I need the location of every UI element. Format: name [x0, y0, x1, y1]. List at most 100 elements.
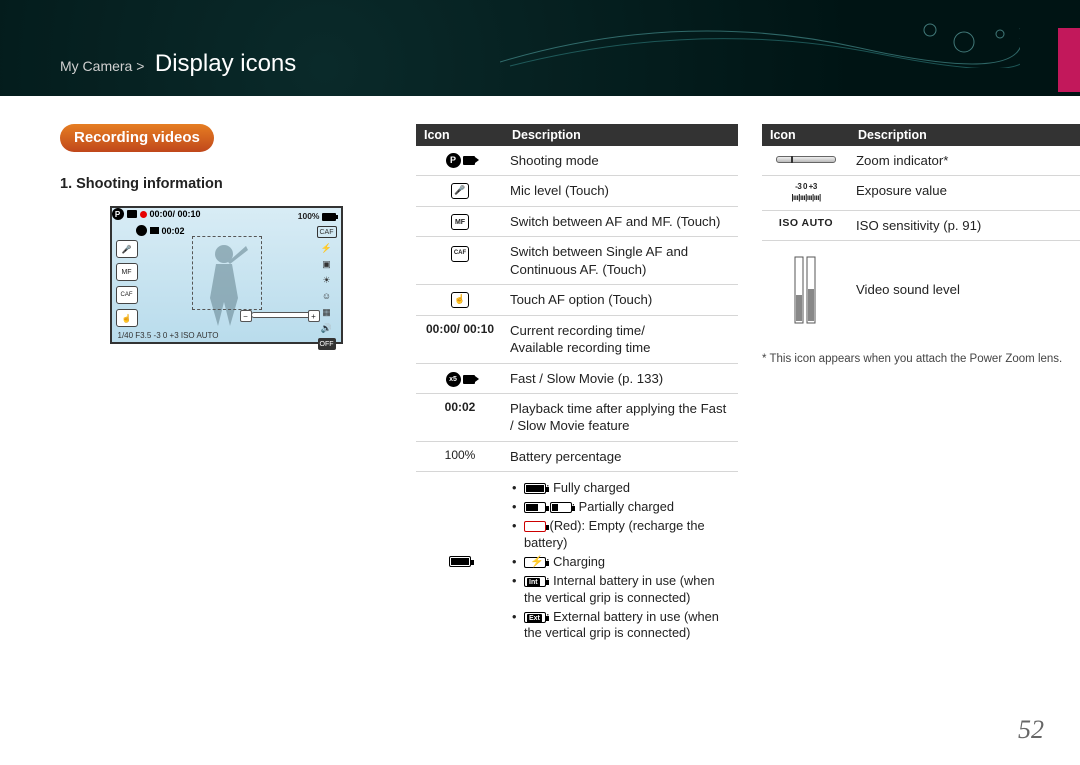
mic-touch-button[interactable]: 🎤: [116, 240, 138, 258]
batt-partial-text: : Partially charged: [572, 499, 674, 514]
af-frame: [192, 236, 262, 310]
table-row: 100% Battery percentage: [416, 441, 738, 471]
mode-p-icon: P: [112, 208, 124, 220]
af-mf-touch-button[interactable]: MF: [116, 263, 138, 281]
th-icon: Icon: [762, 124, 850, 146]
video-icon: [127, 210, 137, 218]
table-row: Zoom indicator*: [762, 146, 1080, 176]
batt-pct-text: 100%: [416, 441, 504, 471]
cam-batt-pct: 100%: [298, 211, 320, 221]
bracket-icon: ▣: [322, 258, 331, 270]
table-row: ☝ Touch AF option (Touch): [416, 285, 738, 315]
decorative-swirl: [500, 18, 1020, 68]
iso-auto-text: ISO AUTO: [762, 210, 850, 240]
page-title: Display icons: [155, 50, 296, 78]
battery-ext-icon: Ext: [524, 612, 546, 623]
af-mf-icon: MF: [451, 214, 469, 230]
accent-stripe: [1058, 28, 1080, 92]
mic-level-icon: 🎤: [451, 183, 469, 199]
icon-table-1: Icon Description P Shooting mode 🎤 Mic l…: [416, 124, 738, 650]
touch-af-button[interactable]: ☝: [116, 309, 138, 327]
battery-full-icon: [524, 483, 546, 494]
table-row: CAF Switch between Single AF and Continu…: [416, 237, 738, 285]
fast-slow-icon: x5: [446, 372, 475, 387]
page-header: My Camera > Display icons: [0, 0, 1080, 96]
table-row: P Shooting mode: [416, 146, 738, 176]
off-icon: OFF: [318, 338, 336, 350]
ev-ticks: |ııı|ııı|ııı|ııı|: [791, 193, 820, 202]
fader-icon: ▦: [322, 306, 331, 318]
section-pill: Recording videos: [60, 124, 214, 152]
table-row: MF Switch between AF and MF. (Touch): [416, 206, 738, 237]
row-desc: Fast / Slow Movie (p. 133): [504, 363, 738, 393]
row-desc: ISO sensitivity (p. 91): [850, 210, 1080, 240]
row-desc: Touch AF option (Touch): [504, 285, 738, 315]
zoom-in-button[interactable]: +: [308, 310, 320, 322]
row-desc: Mic level (Touch): [504, 176, 738, 206]
table-header-row: Icon Description: [416, 124, 738, 146]
list-item: Int: Internal battery in use (when the v…: [510, 573, 732, 607]
table-row: -3 0 +3 |ııı|ııı|ııı|ııı| Exposure value: [762, 176, 1080, 210]
battery-partial-icon: [550, 502, 572, 513]
caf-icon: CAF: [317, 226, 337, 238]
list-item: : Fully charged: [510, 480, 732, 497]
battery-state-list: : Fully charged : Partially charged (Red…: [510, 480, 732, 642]
page-number: 52: [1018, 715, 1044, 745]
row-desc: Video sound level: [850, 240, 1080, 339]
row-desc: Current recording time/ Available record…: [504, 315, 738, 363]
cam-rec-time: 00:00/ 00:10: [150, 209, 201, 219]
flash-icon: ⚡: [321, 242, 332, 254]
row-desc: Playback time after applying the Fast / …: [504, 394, 738, 442]
row-desc: Battery percentage: [504, 441, 738, 471]
table-row: 00:02 Playback time after applying the F…: [416, 394, 738, 442]
section-heading: 1. Shooting information: [60, 176, 392, 192]
breadcrumb: My Camera >: [60, 58, 144, 74]
cam-left-buttons: 🎤 MF CAF ☝: [116, 240, 138, 327]
touch-af-icon: ☝: [451, 292, 469, 308]
cam-battery: 100%: [298, 211, 336, 221]
table-row: ISO AUTO ISO sensitivity (p. 91): [762, 210, 1080, 240]
battery-icon: [322, 213, 336, 221]
caf-touch-button[interactable]: CAF: [116, 286, 138, 304]
list-item: : Charging: [510, 554, 732, 571]
cam-pb-row: 00:02: [136, 225, 185, 236]
cam-pb-time: 00:02: [162, 226, 185, 236]
camera-display-mock: P 00:00/ 00:10 00:02 100% 🎤 MF CAF ☝ CAF: [110, 206, 343, 344]
batt-ext-text: : External battery in use (when the vert…: [524, 609, 719, 641]
zoom-indicator-icon: [776, 156, 836, 163]
cam-right-indicators: CAF ⚡ ▣ ☀ ☺ ▦ 🔊 OFF: [317, 226, 337, 350]
row-desc: Zoom indicator*: [850, 146, 1080, 176]
speed-icon: [136, 225, 147, 236]
zoom-slider[interactable]: − +: [251, 312, 313, 318]
record-dot-icon: [140, 211, 147, 218]
battery-empty-icon: [524, 521, 546, 532]
icon-table-2: Icon Description Zoom indicator* -3 0 +3…: [762, 124, 1080, 339]
table-row: 🎤 Mic level (Touch): [416, 176, 738, 206]
row-desc: Exposure value: [850, 176, 1080, 210]
zoom-out-button[interactable]: −: [240, 310, 252, 322]
list-item: Ext: External battery in use (when the v…: [510, 609, 732, 643]
th-icon: Icon: [416, 124, 504, 146]
batt-full-text: : Fully charged: [546, 480, 630, 495]
col-mid: Icon Description P Shooting mode 🎤 Mic l…: [416, 124, 738, 650]
table-row: Video sound level: [762, 240, 1080, 339]
table-header-row: Icon Description: [762, 124, 1080, 146]
battery-partial-icon: [524, 502, 546, 513]
table-row: : Fully charged : Partially charged (Red…: [416, 472, 738, 651]
battery-icon: [449, 556, 471, 567]
battery-int-icon: Int: [524, 576, 546, 587]
rec-time-text: 00:00/ 00:10: [416, 315, 504, 363]
voice-icon: 🔊: [321, 322, 332, 334]
list-item: : Partially charged: [510, 499, 732, 516]
caf-icon: CAF: [451, 246, 469, 262]
batt-charging-text: : Charging: [546, 554, 605, 569]
video-sound-level-icon: [793, 255, 819, 325]
ev-scale-icon: -3 0 +3 |ııı|ııı|ııı|ııı|: [768, 182, 844, 203]
table-row: 00:00/ 00:10 Current recording time/ Ava…: [416, 315, 738, 363]
content-grid: Recording videos 1. Shooting information…: [0, 96, 1080, 650]
table-row: x5 Fast / Slow Movie (p. 133): [416, 363, 738, 393]
col-right: Icon Description Zoom indicator* -3 0 +3…: [762, 124, 1080, 650]
footnote: * This icon appears when you attach the …: [762, 353, 1080, 365]
video-icon: [150, 227, 159, 234]
row-desc: Switch between Single AF and Continuous …: [504, 237, 738, 285]
